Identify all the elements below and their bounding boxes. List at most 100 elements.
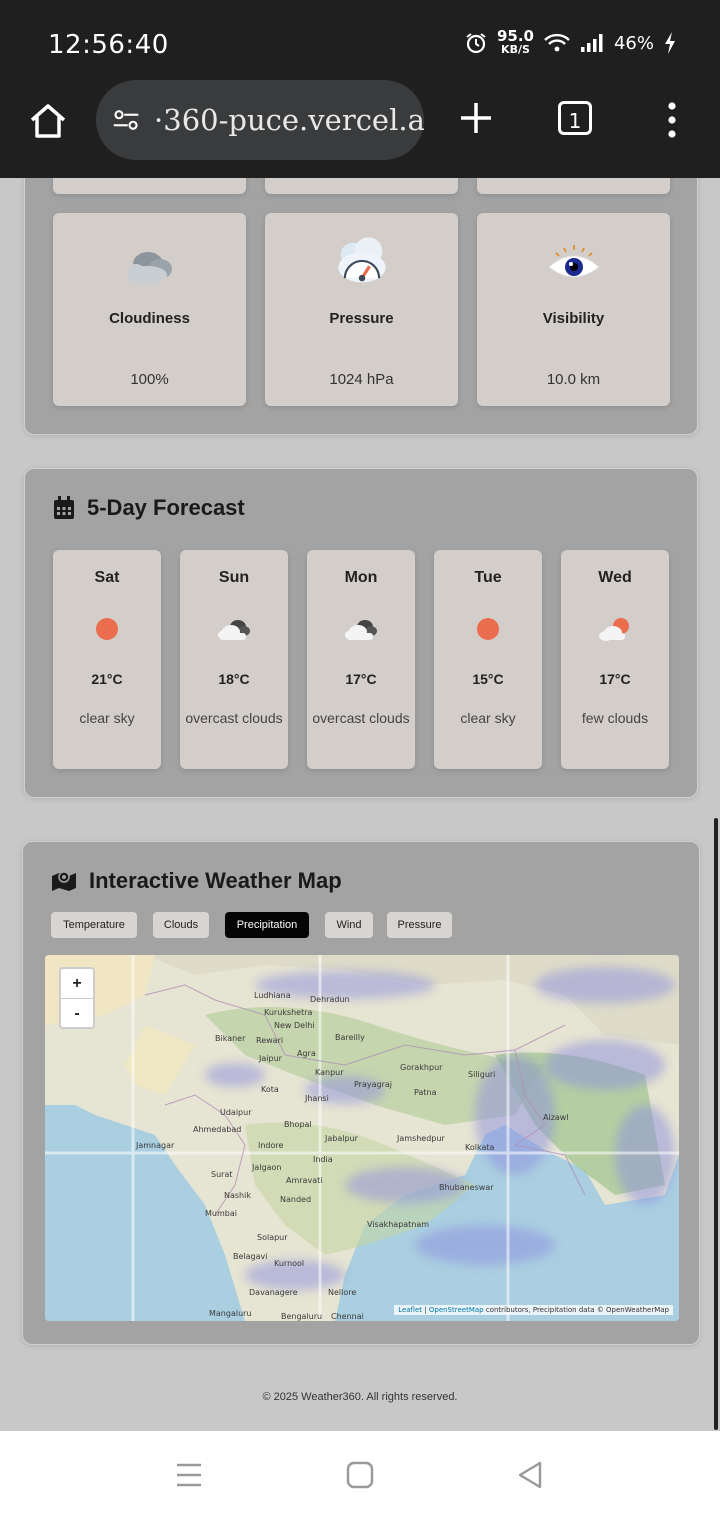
map-label-ahmedabad: Ahmedabad (193, 1125, 242, 1134)
map-label-surat: Surat (211, 1170, 233, 1179)
charging-icon (665, 32, 675, 54)
visibility-value: 10.0 km (546, 371, 601, 388)
map-label-kota: Kota (261, 1085, 279, 1094)
current-conditions-panel: Cloudiness 100% Pressure 1024 hPa Visibi… (24, 178, 698, 435)
layer-button-pressure[interactable]: Pressure (387, 912, 452, 938)
map-label-kanpur: Kanpur (315, 1068, 344, 1077)
url-bar[interactable]: ·360-puce.vercel.app (96, 80, 424, 160)
forecast-panel: 5-Day Forecast Sat 21°C clear sky Sun 18°C ov… (24, 468, 698, 798)
forecast-temp: 18°C (218, 671, 250, 687)
partial-card (477, 178, 670, 194)
forecast-temp: 21°C (91, 671, 123, 687)
layer-button-precipitation[interactable]: Precipitation (225, 912, 309, 938)
overcast-icon (345, 620, 377, 640)
partial-card (265, 178, 458, 194)
osm-link[interactable]: OpenStreetMap (429, 1306, 484, 1314)
forecast-day-card: Mon 17°C overcast clouds (307, 550, 415, 769)
map-label-davanagere: Davanagere (249, 1288, 298, 1297)
map-label-kurukshetra: Kurukshetra (264, 1008, 313, 1017)
leaflet-link[interactable]: Leaflet (398, 1306, 422, 1314)
partial-card (53, 178, 246, 194)
map-label-bhopal: Bhopal (284, 1120, 312, 1129)
weather-map[interactable]: Ludhiana Dehradun Kurukshetra New Delhi Bare… (45, 955, 679, 1321)
map-label-mangaluru: Mangaluru (209, 1309, 252, 1318)
page-scrollbar[interactable] (714, 818, 718, 1430)
map-label-dehradun: Dehradun (310, 995, 350, 1004)
layer-button-temperature[interactable]: Temperature (51, 912, 137, 938)
map-label-indore: Indore (258, 1141, 284, 1150)
map-label-jhansi: Jhansi (305, 1094, 329, 1103)
forecast-day-card: Sun 18°C overcast clouds (180, 550, 288, 769)
layer-selector: Temperature Clouds Precipitation Wind Pressu… (51, 912, 471, 938)
browser-toolbar: ·360-puce.vercel.app 1 (0, 80, 720, 178)
overcast-icon (218, 620, 250, 640)
more-menu-icon[interactable] (666, 102, 678, 138)
site-settings-icon[interactable] (112, 104, 140, 136)
forecast-day-name: Tue (474, 569, 502, 586)
map-label-amravati: Amravati (286, 1176, 323, 1185)
forecast-description: overcast clouds (185, 710, 283, 726)
map-label-india: India (313, 1155, 333, 1164)
map-label-jamshedpur: Jamshedpur (397, 1134, 445, 1143)
map-label-chennai: Chennai (331, 1312, 364, 1321)
visibility-title: Visibility (542, 310, 605, 327)
zoom-in-button[interactable]: + (61, 969, 93, 999)
map-label-jaipur: Jaipur (259, 1054, 282, 1063)
wifi-icon (544, 33, 570, 52)
tab-switcher-button[interactable]: 1 (558, 101, 592, 135)
new-tab-icon[interactable] (458, 100, 494, 136)
map-label-siliguri: Siliguri (468, 1070, 496, 1079)
back-nav-icon[interactable] (516, 1461, 544, 1489)
pressure-title: Pressure (329, 310, 394, 327)
map-label-kolkata: Kolkata (465, 1143, 495, 1152)
alarm-icon (466, 33, 486, 54)
map-label-jamnagar: Jamnagar (136, 1141, 175, 1150)
map-label-bikaner: Bikaner (215, 1034, 246, 1043)
cloud-icon (126, 252, 172, 284)
pressure-value: 1024 hPa (329, 371, 394, 388)
zoom-out-button[interactable]: - (61, 999, 93, 1028)
map-label-jabalpur: Jabalpur (325, 1134, 358, 1143)
forecast-description: few clouds (581, 710, 649, 726)
cloudiness-card: Cloudiness 100% (53, 213, 246, 406)
forecast-title: 5-Day Forecast (87, 495, 245, 520)
layer-button-wind[interactable]: Wind (325, 912, 373, 938)
attribution-text: contributors, Precipitation data © OpenW… (483, 1306, 669, 1314)
home-nav-icon[interactable] (346, 1461, 374, 1489)
attribution-separator: | (424, 1306, 427, 1314)
zoom-control: + - (59, 967, 95, 1029)
map-label-bhubaneswar: Bhubaneswar (439, 1183, 494, 1192)
map-tiles[interactable] (45, 955, 679, 1321)
page-content: Cloudiness 100% Pressure 1024 hPa Visibi… (0, 178, 720, 1431)
forecast-day-name: Mon (344, 569, 378, 586)
cloudiness-title: Cloudiness (109, 310, 190, 327)
map-label-ludhiana: Ludhiana (254, 991, 291, 1000)
map-label-solapur: Solapur (257, 1233, 288, 1242)
map-marker-icon (52, 871, 76, 891)
url-text[interactable]: ·360-puce.vercel.app (154, 103, 424, 137)
forecast-day-name: Wed (598, 569, 632, 586)
map-title: Interactive Weather Map (89, 868, 342, 893)
status-time: 12:56:40 (48, 30, 169, 60)
signal-icon (580, 34, 603, 52)
forecast-day-card: Tue 15°C clear sky (434, 550, 542, 769)
map-label-rewari: Rewari (256, 1036, 284, 1045)
net-speed: 95.0 KB/S (496, 27, 534, 57)
layer-button-clouds[interactable]: Clouds (153, 912, 209, 938)
forecast-day-name: Sun (218, 569, 250, 586)
map-label-mumbai: Mumbai (205, 1209, 237, 1218)
cloudiness-value: 100% (130, 371, 169, 388)
map-label-agra: Agra (297, 1049, 316, 1058)
recent-apps-icon[interactable] (175, 1461, 203, 1489)
forecast-temp: 17°C (345, 671, 377, 687)
home-icon[interactable] (28, 101, 68, 141)
map-label-bareilly: Bareilly (335, 1033, 365, 1042)
visibility-card: Visibility 10.0 km (477, 213, 670, 406)
map-label-bengaluru: Bengaluru (281, 1312, 323, 1321)
map-label-jalgaon: Jalgaon (252, 1163, 282, 1172)
map-label-kurnool: Kurnool (274, 1259, 305, 1268)
map-label-nellore: Nellore (328, 1288, 357, 1297)
eye-icon (547, 245, 600, 278)
map-label-belagavi: Belagavi (233, 1252, 268, 1261)
map-label-newdelhi: New Delhi (274, 1021, 315, 1030)
